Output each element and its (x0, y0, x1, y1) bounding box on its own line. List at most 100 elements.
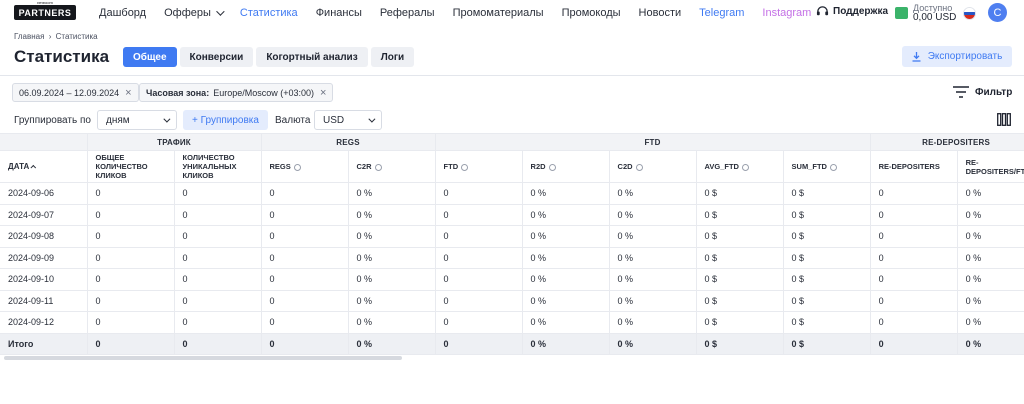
column-header: FTD (434, 150, 523, 183)
table-cell: 0 (260, 268, 349, 291)
nav-item-finance[interactable]: Финансы (316, 7, 362, 19)
table-cell: 0 (173, 246, 262, 269)
info-icon[interactable] (741, 163, 749, 171)
betboom-partners-logo[interactable]: betboom PARTNERS (14, 2, 76, 23)
table-row: 2024-09-09 0 0 0 0 % 0 0 % 0 % 0 $0 $0 0 % (0, 246, 1024, 269)
total-cell: 0 % (347, 332, 436, 355)
timezone-chip[interactable]: Часовая зона: Europe/Moscow (+03:00) × (139, 83, 334, 102)
headset-icon (816, 6, 829, 16)
info-icon[interactable] (293, 163, 301, 171)
nav-item-stats[interactable]: Статистика (240, 7, 298, 19)
nav-item-news[interactable]: Новости (639, 7, 682, 19)
date-cell: 2024-09-12 (0, 311, 88, 334)
nav-item-dashboard[interactable]: Дашборд (99, 7, 146, 19)
chevron-down-icon (163, 115, 171, 123)
table-cell: 0 % (521, 311, 610, 334)
table-cell: 0 % (956, 246, 1024, 269)
table-cell: 0 % (608, 311, 697, 334)
table-cell: 0 (173, 225, 262, 248)
table-cell: 0 $ (695, 225, 784, 248)
date-cell: 2024-09-10 (0, 268, 88, 291)
balance-value: 0,00 USD (913, 12, 957, 23)
info-icon[interactable] (635, 163, 643, 171)
table-cell: 0 % (347, 289, 436, 312)
stats-table-container[interactable]: ТРАФИК REGS FTD RE-DEPOSITERS ДАТА ОБЩЕЕ КОЛ… (0, 133, 1024, 355)
filter-button[interactable]: Фильтр (953, 86, 1012, 98)
table-cell: 0 (173, 203, 262, 226)
columns-icon[interactable] (997, 113, 1011, 126)
table-body: 2024-09-06 0 0 0 0 % 0 0 % 0 % 0 $0 $0 0 % 2024-09… (0, 182, 1024, 355)
info-icon[interactable] (374, 163, 382, 171)
nav-item-label: Instagram (762, 7, 812, 19)
tab-0[interactable]: Общее (123, 47, 177, 67)
filter-label: Фильтр (975, 86, 1013, 98)
info-icon[interactable] (461, 163, 469, 171)
table-cell: 0 $ (695, 289, 784, 312)
table-row: 2024-09-07 0 0 0 0 % 0 0 % 0 % 0 $0 $0 0 % (0, 203, 1024, 226)
timezone-value: Europe/Moscow (+03:00) (213, 87, 315, 98)
nav-item-promocodes[interactable]: Промокоды (562, 7, 621, 19)
nav-menu: Дашборд Офферы Статистика Финансы Рефералы Пр… (99, 0, 829, 26)
close-icon[interactable]: × (125, 87, 131, 99)
balance-widget[interactable]: Доступно 0,00 USD (895, 3, 956, 23)
horizontal-scrollbar[interactable] (4, 356, 402, 360)
currency-select[interactable]: USD (314, 110, 382, 130)
total-row: Итого 0 0 0 0 % 0 0 % 0 % 0 $0 $0 0 % (0, 332, 1024, 355)
table-cell: 0 % (608, 289, 697, 312)
table-cell: 0 $ (695, 246, 784, 269)
add-grouping-button[interactable]: + Группировка (183, 110, 268, 130)
avatar[interactable]: C (988, 3, 1007, 22)
nav-item-label: Статистика (239, 7, 298, 19)
table-cell: 0 (260, 311, 349, 334)
nav-item-referrals[interactable]: Рефералы (380, 7, 435, 19)
nav-item-offers[interactable]: Офферы (164, 7, 225, 19)
info-icon[interactable] (548, 163, 556, 171)
table-cell: 0 (86, 225, 175, 248)
table-cell: 0 (434, 246, 523, 269)
table-cell: 0 $ (695, 268, 784, 291)
tab-2[interactable]: Когортный анализ (256, 47, 368, 67)
table-cell: 0 % (608, 246, 697, 269)
table-cell: 0 (434, 182, 523, 205)
nav-item-promo[interactable]: Промоматериалы (453, 7, 544, 19)
russian-flag-icon[interactable] (963, 7, 976, 20)
nav-item-label: Дашборд (99, 7, 147, 19)
timezone-label: Часовая зона: (146, 87, 210, 98)
group-by-select[interactable]: дням (97, 110, 177, 130)
group-by-value: дням (106, 114, 130, 126)
close-icon[interactable]: × (320, 87, 326, 99)
total-cell: 0 (260, 332, 349, 355)
table-cell: 0 (260, 246, 349, 269)
tab-3[interactable]: Логи (370, 47, 415, 67)
nav-item-label: Промокоды (561, 7, 621, 19)
table-cell: 0 (434, 311, 523, 334)
table-cell: 0 (86, 246, 175, 269)
nav-item-label: Новости (638, 7, 682, 19)
column-group-header: REGS (260, 133, 436, 151)
table-cell: 0 (869, 246, 958, 269)
breadcrumb-current: Статистика (55, 32, 98, 41)
nav-item-instagram[interactable]: Instagram (762, 7, 811, 19)
column-header: SUM_FTD (782, 150, 871, 183)
table-cell: 0 % (347, 246, 436, 269)
export-button[interactable]: Экспортировать (902, 46, 1012, 67)
date-range-chip[interactable]: 06.09.2024 – 12.09.2024 × (12, 83, 139, 102)
nav-item-telegram[interactable]: Telegram (699, 7, 744, 19)
table-cell: 0 (173, 182, 262, 205)
table-cell: 0 (434, 225, 523, 248)
column-header: R2D (521, 150, 610, 183)
table-cell: 0 $ (782, 182, 871, 205)
breadcrumb-home[interactable]: Главная (14, 32, 44, 41)
column-group-header: FTD (434, 133, 871, 151)
support-link[interactable]: Поддержка (816, 5, 888, 18)
logo-text: PARTNERS (19, 8, 72, 18)
date-cell: 2024-09-06 (0, 182, 88, 205)
sort-up-icon[interactable] (30, 164, 37, 171)
column-header[interactable]: ДАТА (0, 150, 88, 183)
info-icon[interactable] (829, 163, 837, 171)
tab-1[interactable]: Конверсии (179, 47, 254, 67)
total-cell: 0 (869, 332, 958, 355)
table-cell: 0 % (956, 182, 1024, 205)
table-row: 2024-09-08 0 0 0 0 % 0 0 % 0 % 0 $0 $0 0 % (0, 225, 1024, 248)
table-cell: 0 (869, 289, 958, 312)
